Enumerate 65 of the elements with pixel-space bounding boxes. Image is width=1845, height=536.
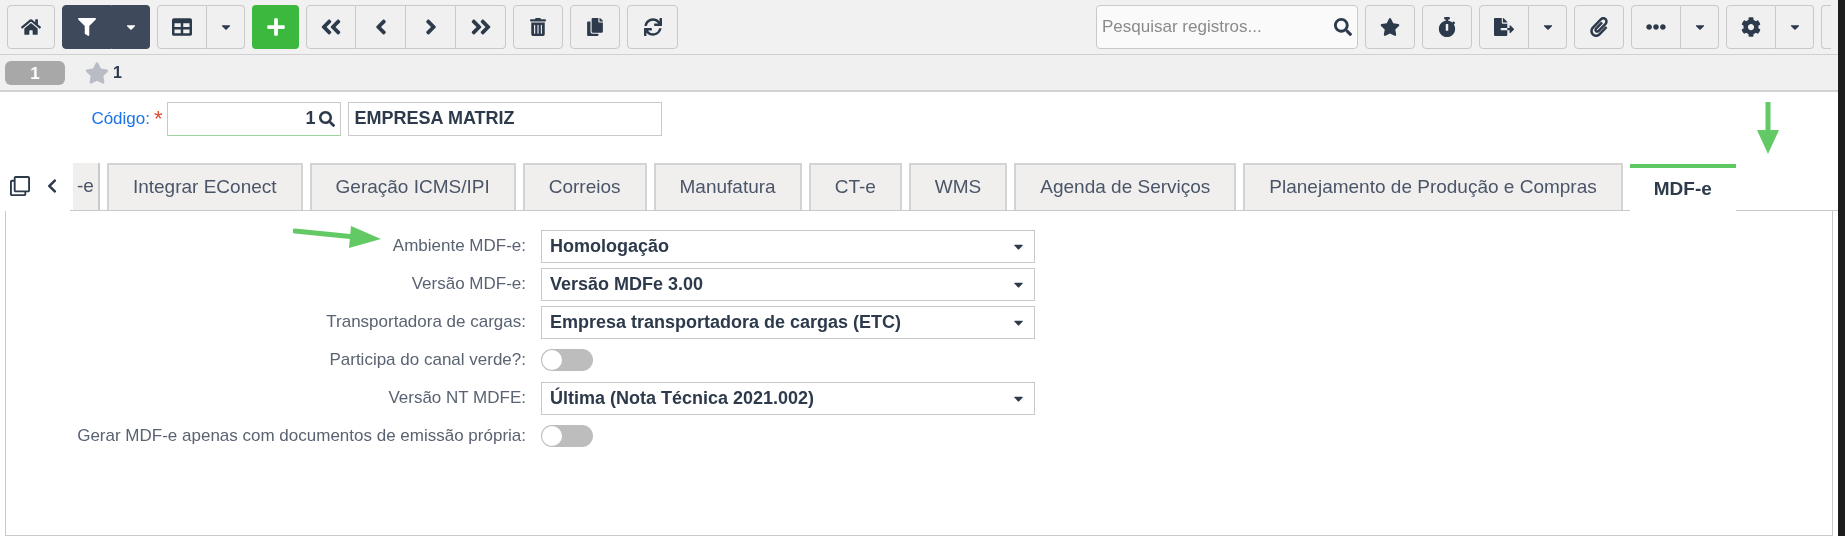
annotation-arrow bbox=[1757, 102, 1779, 154]
grid-icon bbox=[172, 17, 192, 37]
grid-button[interactable] bbox=[157, 5, 207, 49]
delete-icon bbox=[529, 18, 547, 36]
tab[interactable]: Geração ICMS/IPI bbox=[309, 163, 516, 210]
add-button[interactable] bbox=[252, 5, 299, 49]
tab[interactable]: Agenda de Serviços bbox=[1014, 163, 1237, 210]
filter-button[interactable] bbox=[62, 5, 112, 49]
previous-button[interactable] bbox=[356, 5, 406, 49]
field-label: Versão NT MDFE: bbox=[388, 387, 526, 410]
more-button[interactable] bbox=[1631, 5, 1681, 49]
tab[interactable]: WMS bbox=[908, 163, 1008, 210]
required-mark: * bbox=[153, 107, 164, 130]
tab[interactable]: Manufatura bbox=[653, 163, 802, 210]
code-field[interactable]: 1 bbox=[166, 101, 341, 136]
first-button[interactable] bbox=[306, 5, 356, 49]
field-label: Transportadora de cargas: bbox=[326, 311, 526, 334]
home-icon bbox=[21, 17, 41, 37]
next-button[interactable] bbox=[406, 5, 456, 49]
export-icon bbox=[1494, 17, 1514, 37]
tab[interactable]: Correios bbox=[522, 163, 647, 210]
toggle-knob bbox=[542, 350, 562, 370]
toggle-switch[interactable] bbox=[541, 425, 593, 447]
field-label: Versão MDF-e: bbox=[411, 273, 526, 296]
plus-icon bbox=[265, 17, 286, 37]
copy-icon bbox=[10, 176, 30, 196]
search-field[interactable]: Pesquisar registros... bbox=[1102, 14, 1334, 40]
copy-button[interactable] bbox=[570, 5, 620, 49]
name-field[interactable]: EMPRESA MATRIZ bbox=[347, 101, 662, 136]
favorite-icon bbox=[1380, 17, 1400, 37]
select-field[interactable]: Homologação bbox=[541, 229, 1035, 263]
timer-icon bbox=[1437, 17, 1457, 37]
code-label: Código: bbox=[90, 107, 150, 130]
tab[interactable]: MDF-e bbox=[1629, 164, 1736, 211]
tab[interactable]: CT-e bbox=[808, 163, 902, 210]
refresh-button[interactable] bbox=[627, 5, 678, 49]
attach-icon bbox=[1589, 17, 1609, 37]
refresh-icon bbox=[643, 18, 662, 36]
export-button[interactable] bbox=[1479, 5, 1529, 49]
field-label: Ambiente MDF-e: bbox=[392, 235, 526, 258]
last-button[interactable] bbox=[456, 5, 506, 49]
home-button[interactable] bbox=[7, 5, 55, 49]
settings-button[interactable] bbox=[1726, 5, 1776, 49]
toggle-switch[interactable] bbox=[541, 349, 593, 371]
favorites-count: 1 bbox=[113, 62, 122, 83]
copy-icon bbox=[586, 18, 604, 36]
star-icon bbox=[85, 60, 109, 85]
select-field[interactable]: Versão MDFe 3.00 bbox=[541, 267, 1035, 301]
filter-icon bbox=[78, 18, 96, 36]
tab[interactable]: -e bbox=[73, 163, 100, 210]
select-field[interactable]: Última (Nota Técnica 2021.002) bbox=[541, 381, 1035, 415]
attach-button[interactable] bbox=[1574, 5, 1624, 49]
delete-button[interactable] bbox=[513, 5, 563, 49]
field-label: Participa do canal verde?: bbox=[329, 349, 526, 372]
search-bar[interactable]: Pesquisar registros... bbox=[1096, 5, 1358, 49]
tab[interactable]: Integrar EConect bbox=[106, 163, 303, 210]
tab[interactable]: Planejamento de Produção e Compras bbox=[1243, 163, 1623, 210]
toggle-knob bbox=[542, 426, 562, 446]
timer-button[interactable] bbox=[1422, 5, 1472, 49]
settings-icon bbox=[1741, 17, 1761, 37]
favorite-button[interactable] bbox=[1365, 5, 1415, 49]
select-field[interactable]: Empresa transportadora de cargas (ETC) bbox=[541, 305, 1035, 339]
search-icon bbox=[1334, 18, 1352, 36]
search-icon bbox=[318, 110, 335, 127]
field-label: Gerar MDF-e apenas com documentos de emissão própria: bbox=[77, 425, 526, 448]
